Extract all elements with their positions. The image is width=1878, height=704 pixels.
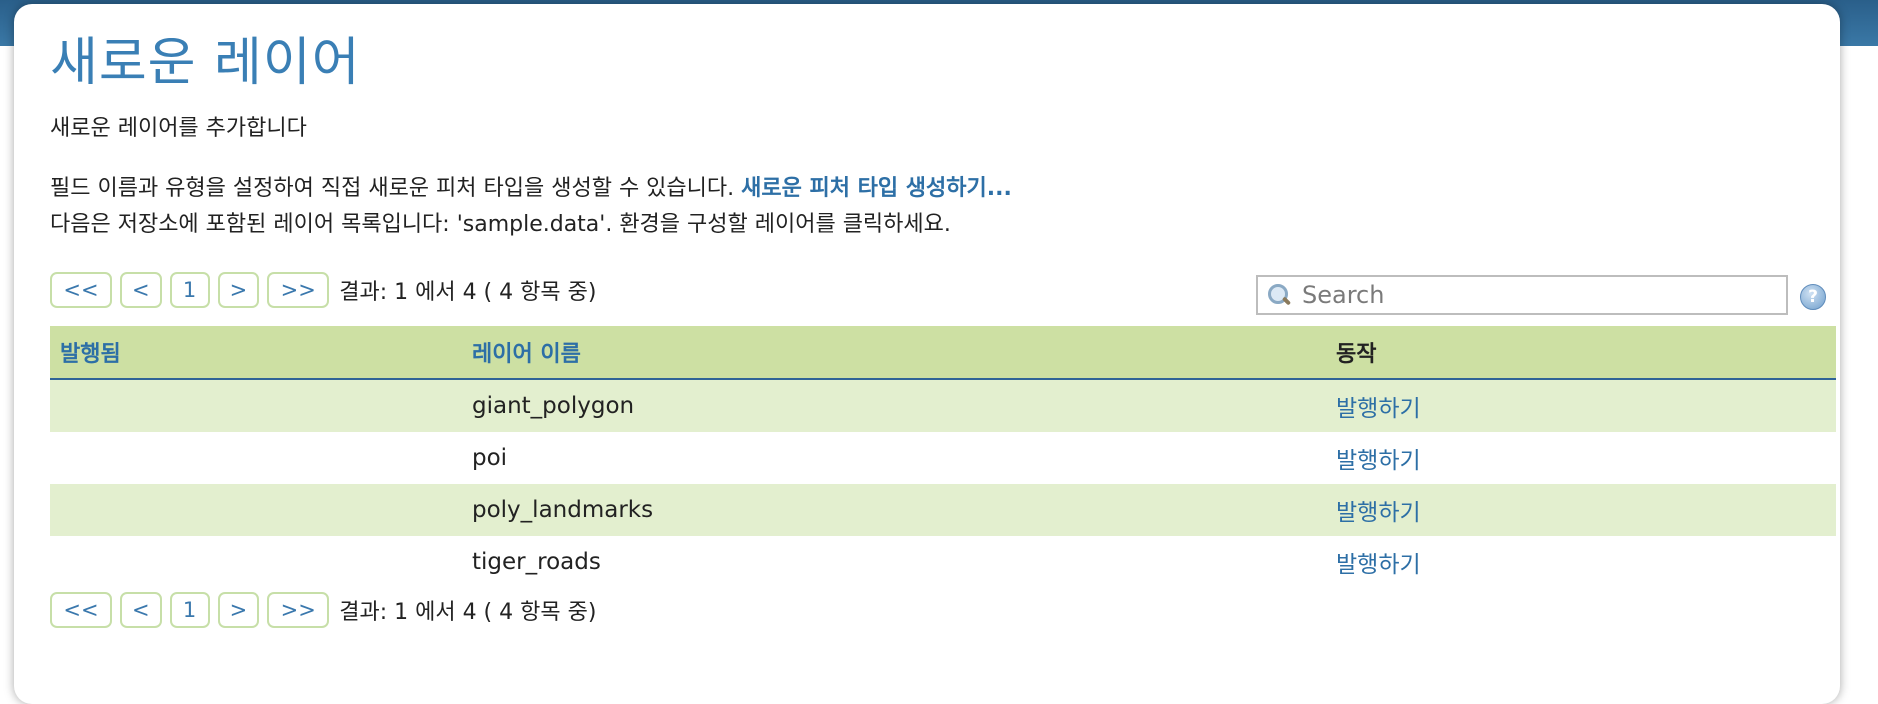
first-page-button[interactable]: << [50,592,112,628]
page-subtitle: 새로운 레이어를 추가합니다 [50,116,307,141]
page-1-button[interactable]: 1 [169,272,210,308]
table-row: tiger_roads 발행하기 [50,536,1836,588]
table-row: poly_landmarks 발행하기 [50,484,1836,536]
create-feature-type-link[interactable]: 새로운 피처 타입 생성하기... [741,176,1012,201]
column-header-action: 동작 [1336,342,1377,367]
layer-name-cell: poi [472,445,508,471]
help-icon[interactable]: ? [1800,284,1826,310]
page-title: 새로운 레이어 [50,33,361,93]
publish-link[interactable]: 발행하기 [1326,389,1836,423]
pager-top: << < 1 > >> 결과: 1 에서 4 ( 4 항목 중) [50,272,596,308]
layer-name-cell: poly_landmarks [472,497,654,523]
search-input[interactable] [1300,280,1774,310]
layer-name-cell: giant_polygon [472,393,635,419]
next-page-button[interactable]: > [217,272,260,308]
first-page-button[interactable]: << [50,272,112,308]
next-page-button[interactable]: > [217,592,260,628]
layer-name-cell: tiger_roads [472,549,601,575]
column-header-published[interactable]: 발행됨 [50,336,462,368]
pager-bottom: << < 1 > >> 결과: 1 에서 4 ( 4 항목 중) [50,592,596,628]
publish-link[interactable]: 발행하기 [1326,545,1836,579]
create-feature-type-description: 필드 이름과 유형을 설정하여 직접 새로운 피처 타입을 생성할 수 있습니다… [50,170,1012,202]
search-box [1256,275,1788,315]
publish-link[interactable]: 발행하기 [1326,493,1836,527]
page-1-button[interactable]: 1 [169,592,210,628]
description-text: 필드 이름과 유형을 설정하여 직접 새로운 피처 타입을 생성할 수 있습니다… [50,176,742,201]
search-icon [1266,282,1292,308]
last-page-button[interactable]: >> [267,272,330,308]
main-panel: 새로운 레이어 새로운 레이어를 추가합니다 필드 이름과 유형을 설정하여 직… [14,4,1840,704]
column-header-layer-name[interactable]: 레이어 이름 [462,336,1326,368]
table-row: poi 발행하기 [50,432,1836,484]
table-row: giant_polygon 발행하기 [50,380,1836,432]
publish-link[interactable]: 발행하기 [1326,441,1836,475]
result-count: 결과: 1 에서 4 ( 4 항목 중) [339,600,597,625]
table-header: 발행됨 레이어 이름 동작 [50,326,1836,380]
prev-page-button[interactable]: < [120,272,162,308]
last-page-button[interactable]: >> [267,592,330,628]
result-count: 결과: 1 에서 4 ( 4 항목 중) [339,280,597,305]
layer-table: 발행됨 레이어 이름 동작 giant_polygon 발행하기 poi 발행하… [50,326,1836,588]
layer-list-description: 다음은 저장소에 포함된 레이어 목록입니다: 'sample.data'. 환… [50,212,951,237]
prev-page-button[interactable]: < [120,592,162,628]
